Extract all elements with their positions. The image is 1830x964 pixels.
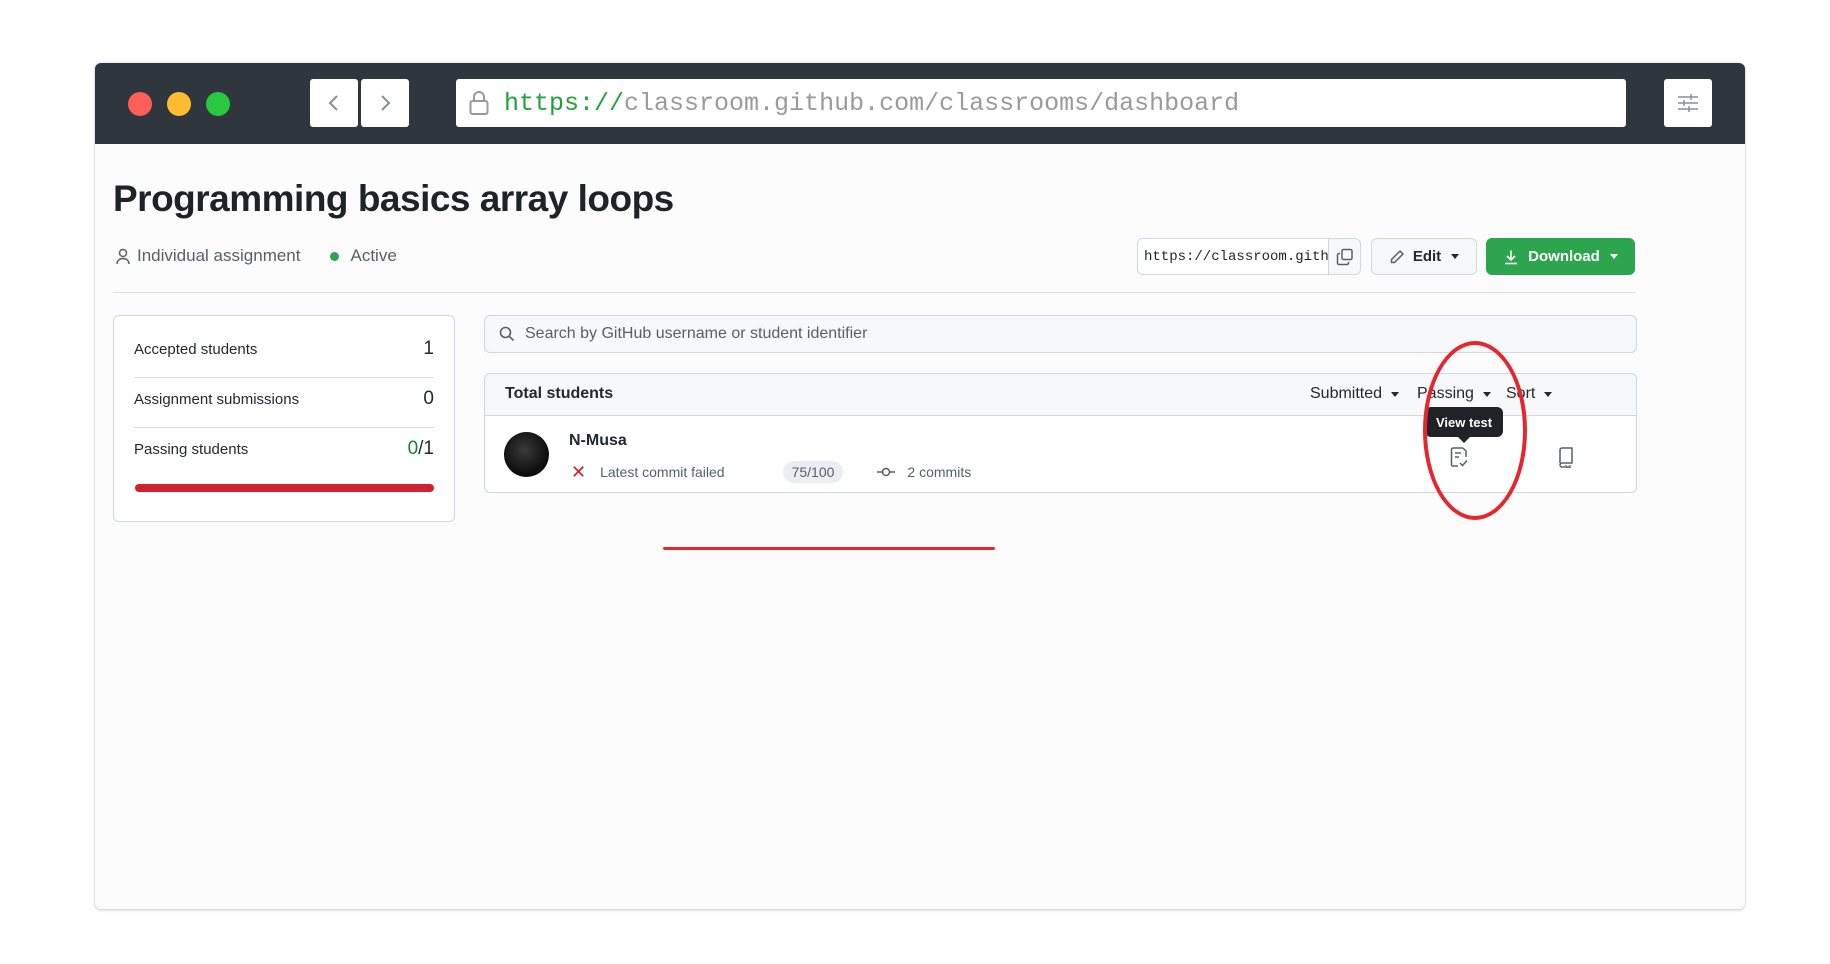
passing-progress-bar xyxy=(135,484,434,492)
stats-panel: Accepted students 1 Assignment submissio… xyxy=(113,315,455,522)
chevron-down-icon xyxy=(1391,391,1400,397)
status-dot xyxy=(330,251,340,261)
chevron-left-icon xyxy=(328,95,338,111)
student-status-row: ✕ Latest commit failed 75/100 2 commits xyxy=(569,461,971,483)
stat-submissions: Assignment submissions 0 xyxy=(134,388,434,410)
chevron-right-icon xyxy=(381,95,391,111)
commits-link[interactable]: 2 commits xyxy=(877,464,971,480)
stat-accepted-value: 1 xyxy=(423,338,434,359)
stat-passing-value: 0/1 xyxy=(408,438,434,460)
repo-icon xyxy=(1559,447,1573,468)
stat-divider xyxy=(134,377,434,378)
stat-passing-count: 0 xyxy=(407,438,419,459)
assignment-type-label: Individual assignment xyxy=(137,246,301,265)
chevron-down-icon xyxy=(1609,254,1618,259)
stat-passing-total: /1 xyxy=(418,438,434,459)
filter-submitted[interactable]: Submitted xyxy=(1310,385,1400,403)
stat-accepted-label: Accepted students xyxy=(134,340,258,358)
settings-button[interactable] xyxy=(1664,79,1712,127)
page-title: Programming basics array loops xyxy=(113,178,674,219)
search-placeholder[interactable]: Search by GitHub username or student ide… xyxy=(525,325,867,343)
score-badge: 75/100 xyxy=(782,461,844,483)
stat-passing-label: Passing students xyxy=(134,440,249,458)
person-icon xyxy=(116,248,130,264)
download-icon xyxy=(1505,250,1518,264)
commits-count[interactable]: 2 commits xyxy=(907,464,971,480)
edit-label: Edit xyxy=(1412,248,1442,265)
view-repo-button[interactable] xyxy=(1553,444,1579,470)
assignment-status: Active xyxy=(330,246,397,266)
annotation-highlight-circle xyxy=(1423,341,1527,520)
avatar[interactable] xyxy=(504,432,549,477)
maximize-window-button[interactable] xyxy=(206,92,230,116)
invite-url-field[interactable]: https://classroom.github.com xyxy=(1137,238,1361,275)
url-path: classroom.github.com/classrooms/dashboar… xyxy=(624,88,1240,118)
header-divider xyxy=(113,292,1636,293)
filter-submitted-label: Submitted xyxy=(1310,385,1383,402)
browser-toolbar: https://classroom.github.com/classrooms/… xyxy=(95,63,1745,144)
commit-status: Latest commit failed xyxy=(600,464,725,480)
sliders-icon xyxy=(1678,94,1698,112)
download-button[interactable]: Download xyxy=(1486,238,1635,275)
stat-divider xyxy=(134,427,434,428)
edit-button[interactable]: Edit xyxy=(1371,238,1477,275)
chevron-down-icon xyxy=(1544,391,1553,397)
stat-passing: Passing students 0/1 xyxy=(134,438,434,460)
annotation-underline xyxy=(663,547,995,550)
commit-icon xyxy=(877,467,896,477)
search-icon xyxy=(499,326,515,342)
copy-icon xyxy=(1336,248,1353,265)
stat-submissions-label: Assignment submissions xyxy=(134,390,300,408)
x-icon: ✕ xyxy=(571,462,587,482)
browser-window: https://classroom.github.com/classrooms/… xyxy=(95,63,1745,909)
copy-url-button[interactable] xyxy=(1328,239,1360,274)
url-scheme: https:// xyxy=(504,88,625,118)
invite-url-text[interactable]: https://classroom.github.com xyxy=(1138,239,1328,274)
lock-icon xyxy=(468,90,494,116)
minimize-window-button[interactable] xyxy=(167,92,191,116)
table-title: Total students xyxy=(505,385,614,402)
chevron-down-icon xyxy=(1451,254,1460,259)
back-button[interactable] xyxy=(310,79,358,127)
stat-submissions-value: 0 xyxy=(423,388,434,409)
assignment-status-label: Active xyxy=(350,246,397,265)
assignment-meta: Individual assignment Active xyxy=(115,246,427,266)
assignment-type: Individual assignment xyxy=(115,246,300,266)
student-name[interactable]: N-Musa xyxy=(569,432,627,450)
download-label: Download xyxy=(1528,248,1600,265)
close-window-button[interactable] xyxy=(128,92,152,116)
pencil-icon xyxy=(1390,249,1404,263)
stat-accepted: Accepted students 1 xyxy=(134,338,434,360)
address-bar[interactable]: https://classroom.github.com/classrooms/… xyxy=(456,79,1626,127)
forward-button[interactable] xyxy=(361,79,409,127)
